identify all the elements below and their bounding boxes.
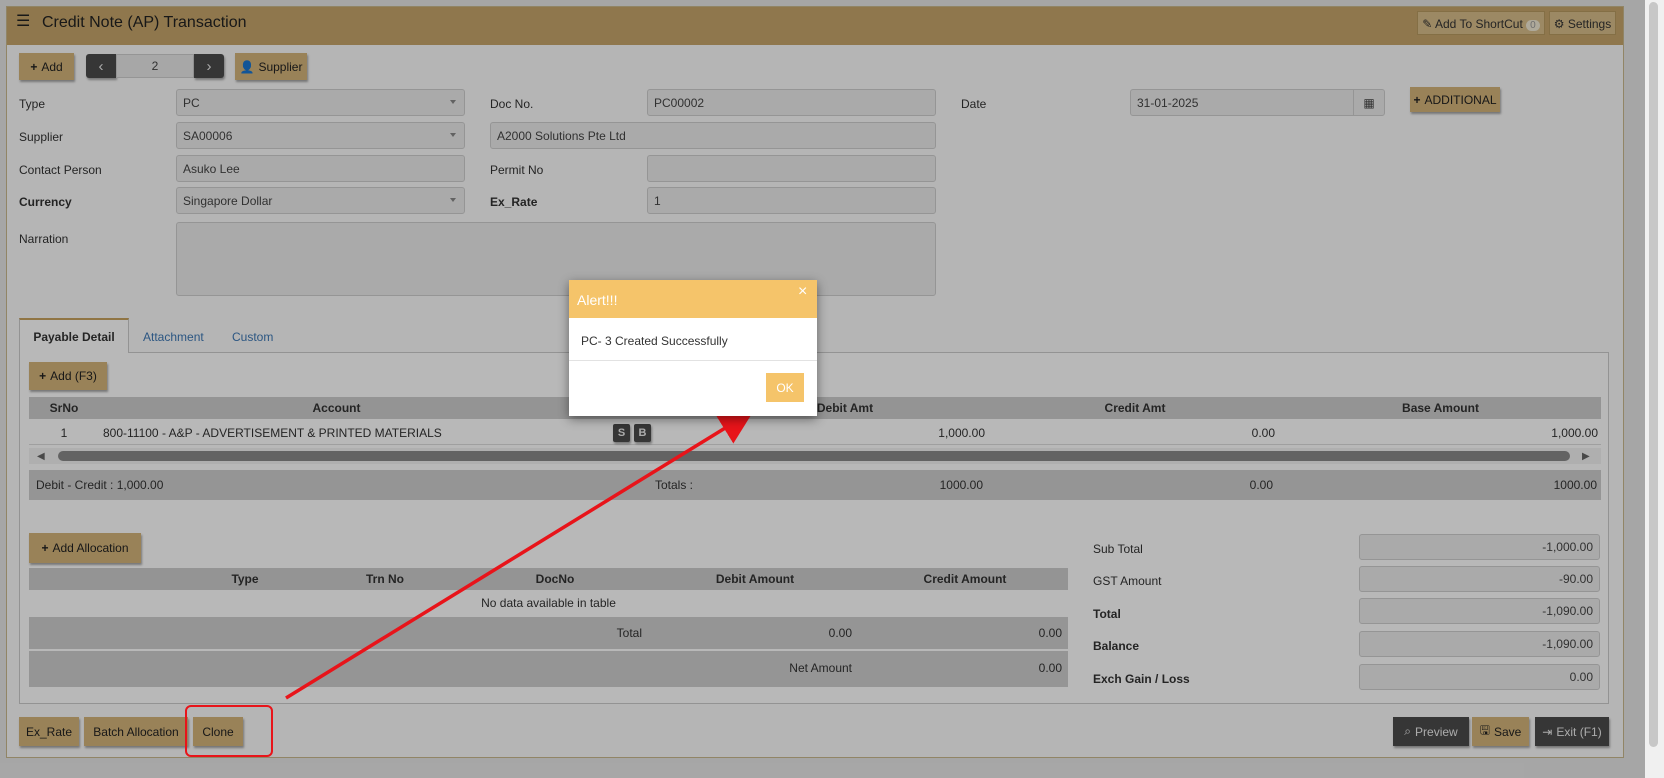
annotation-arrow	[285, 410, 754, 700]
clone-highlight-box	[185, 705, 273, 757]
ok-button[interactable]: OK	[766, 373, 804, 402]
alert-message: PC- 3 Created Successfully	[581, 334, 728, 348]
alert-divider	[569, 360, 817, 361]
annotation-overlay	[185, 410, 754, 757]
alert-dialog: Alert!!! × PC- 3 Created Successfully OK	[569, 280, 817, 416]
close-icon[interactable]: ×	[798, 283, 807, 301]
alert-title: Alert!!!	[577, 292, 618, 308]
ok-label: OK	[776, 380, 794, 395]
